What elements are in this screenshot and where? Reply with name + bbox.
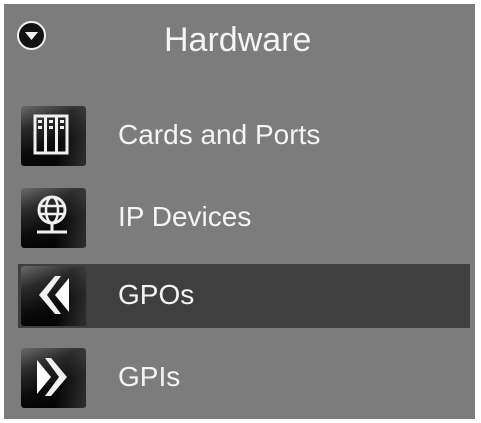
nav-item-ip-devices[interactable]: IP Devices <box>18 186 470 250</box>
nav-item-label: GPIs <box>118 361 181 392</box>
gpi-arrow-icon <box>21 348 86 408</box>
chevron-down-circle-icon[interactable] <box>17 21 46 50</box>
nav-item-label: GPOs <box>118 279 195 310</box>
cards-ports-icon <box>21 106 86 166</box>
globe-network-icon <box>21 188 86 248</box>
nav-item-label: Cards and Ports <box>118 119 321 150</box>
gpo-arrow-icon <box>21 266 86 326</box>
section-title: Hardware <box>164 21 312 59</box>
nav-item-label: IP Devices <box>118 201 252 232</box>
nav-item-cards-and-ports[interactable]: Cards and Ports <box>18 104 470 168</box>
nav-item-gpis[interactable]: GPIs <box>18 346 470 410</box>
hardware-section-header[interactable]: Hardware <box>4 4 475 80</box>
hardware-panel: Hardware Cards and Ports IP Devices GPOs… <box>4 4 475 419</box>
nav-item-gpos[interactable]: GPOs <box>18 264 470 328</box>
